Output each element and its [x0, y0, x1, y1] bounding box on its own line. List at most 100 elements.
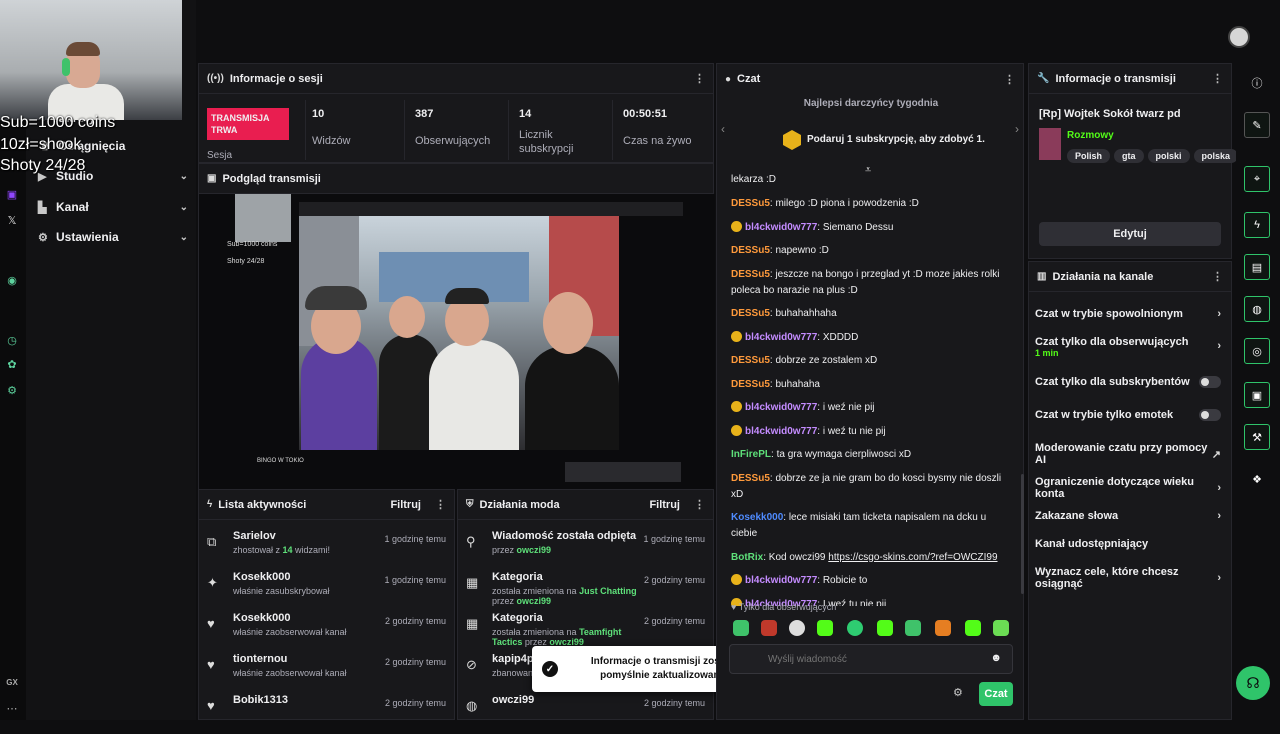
stream-preview-icon[interactable]: ▣ — [1244, 382, 1270, 408]
action-emote-only[interactable]: Czat w trybie tylko emotek — [1035, 409, 1221, 421]
chat-username[interactable]: bl4ckwid0w777 — [745, 575, 817, 586]
nav-channel[interactable]: ▙ Kanał ⌄ — [38, 195, 188, 219]
chat-username[interactable]: DESSu5 — [731, 355, 770, 366]
pencil-icon[interactable]: ✎ — [1244, 112, 1270, 138]
action-banned-words[interactable]: Zakazane słowa › — [1035, 510, 1221, 522]
chat-scrollbar[interactable] — [1021, 474, 1024, 594]
mod-action-item[interactable]: ⚲ Wiadomość została odpięta przez owczi99 1… — [458, 530, 713, 570]
crosshair-icon[interactable]: ⌖ — [1244, 166, 1270, 192]
action-slow-mode[interactable]: Czat w trybie spowolnionym › — [1035, 308, 1221, 320]
more-options-icon[interactable]: ⋮ — [1212, 270, 1223, 283]
person-3 — [429, 340, 519, 450]
activity-filter-button[interactable]: Filtruj — [390, 499, 421, 511]
activity-list-panel: ϟ Lista aktywności Filtruj ⋮ ⧉ Sarielov zhost… — [198, 489, 455, 720]
mod-action-title: owczi99 — [492, 694, 535, 706]
twitch-icon[interactable]: ▣ — [4, 186, 20, 202]
emote-icon[interactable] — [789, 620, 805, 636]
x-icon[interactable]: 𝕏 — [4, 212, 20, 228]
more-options-icon[interactable]: ⋮ — [1004, 73, 1015, 86]
support-headset-icon[interactable]: ☊ — [1236, 666, 1270, 700]
emote-icon[interactable] — [965, 620, 981, 636]
carousel-next-icon[interactable]: › — [1015, 122, 1019, 136]
activity-item[interactable]: ♥ Bobik1313 2 godziny temu — [199, 694, 454, 734]
emote-icon[interactable] — [733, 620, 749, 636]
chat-username[interactable]: bl4ckwid0w777 — [745, 222, 817, 233]
emoji-icon[interactable]: ☻ — [990, 652, 1002, 664]
shield-icon: ⛨ — [466, 499, 474, 510]
mod-action-item[interactable]: ▦ Kategoria została zmieniona na Just Chat… — [458, 571, 713, 611]
more-options-icon[interactable]: ⋮ — [694, 72, 705, 85]
more-options-icon[interactable]: ⋮ — [1212, 72, 1223, 85]
user-avatar[interactable] — [1228, 26, 1250, 48]
chat-text: : buhahahhaha — [769, 308, 837, 319]
chat-link[interactable]: https://csgo-skins.com/?ref=OWCZI99 — [828, 552, 997, 563]
chat-username[interactable]: BotRix — [731, 552, 763, 563]
chat-icon[interactable]: ◍ — [1244, 296, 1270, 322]
emote-icon[interactable] — [905, 620, 921, 636]
action-account-age[interactable]: Ograniczenie dotyczące wieku konta › — [1035, 476, 1221, 500]
chat-username[interactable]: bl4ckwid0w777 — [745, 332, 817, 343]
chat-text: : milego :D piona i powodzenia :D — [769, 198, 919, 209]
nav-settings[interactable]: ⚙ Ustawienia ⌄ — [38, 225, 188, 249]
action-goals[interactable]: Wyznacz cele, które chcesz osiągnąć › — [1035, 566, 1221, 590]
chat-username[interactable]: DESSu5 — [731, 245, 770, 256]
emote-only-toggle[interactable] — [1199, 409, 1221, 421]
chat-input[interactable] — [730, 645, 970, 673]
chat-username[interactable]: DESSu5 — [731, 269, 770, 280]
chat-username[interactable]: bl4ckwid0w777 — [745, 402, 817, 413]
chat-input-wrapper[interactable]: ☻ — [729, 644, 1013, 674]
edit-button[interactable]: Edytuj — [1039, 222, 1221, 246]
chat-header: ● Czat ⋮ — [717, 64, 1023, 94]
session-info-title: Informacje o sesji — [229, 72, 323, 85]
mod-actions-header: ⛨ Działania moda Filtruj ⋮ — [458, 490, 713, 520]
action-subscribers-only[interactable]: Czat tylko dla subskrybentów — [1035, 376, 1221, 388]
chat-username[interactable]: bl4ckwid0w777 — [745, 426, 817, 437]
more-options-icon[interactable]: ⋮ — [435, 498, 446, 511]
action-followers-only[interactable]: Czat tylko dla obserwujących 1 min › — [1035, 336, 1221, 358]
emote-icon[interactable] — [993, 620, 1009, 636]
clock-icon[interactable]: ◷ — [4, 332, 20, 348]
info-icon[interactable]: ⓘ — [1244, 70, 1270, 96]
mod-action-item[interactable]: ◍ owczi99 2 godziny temu — [458, 694, 713, 734]
chat-username[interactable]: DESSu5 — [731, 473, 770, 484]
emote-icon[interactable] — [877, 620, 893, 636]
shapes-icon[interactable]: ❖ — [1244, 466, 1270, 492]
emote-icon[interactable] — [817, 620, 833, 636]
activity-item[interactable]: ♥ Kosekk000 właśnie zaobserwował kanał 2 go… — [199, 612, 454, 652]
chat-send-button[interactable]: Czat — [979, 682, 1013, 706]
chat-username[interactable]: DESSu5 — [731, 379, 770, 390]
bolt-icon[interactable]: ϟ — [1244, 212, 1270, 238]
chat-username[interactable]: InFirePL — [731, 449, 771, 460]
broadcast-icon[interactable]: ◎ — [1244, 338, 1270, 364]
more-options-icon[interactable]: ⋮ — [694, 498, 705, 511]
activity-item[interactable]: ⧉ Sarielov zhostował z 14 widzami! 1 godzin… — [199, 530, 454, 570]
activity-item[interactable]: ♥ tionternou właśnie zaobserwował kanał 2 g… — [199, 653, 454, 693]
document-icon[interactable]: ▤ — [1244, 254, 1270, 280]
action-sharing-channel[interactable]: Kanał udostępniający — [1035, 538, 1221, 550]
emote-icon[interactable] — [761, 620, 777, 636]
gift-prompt[interactable]: Podaruj 1 subskrypcję, aby zdobyć 1. — [807, 134, 985, 145]
video-browser-bar — [299, 202, 683, 216]
person-3-cap — [445, 288, 489, 304]
tag-chip: polski — [1147, 149, 1190, 163]
emote-icon[interactable] — [847, 620, 863, 636]
chat-username[interactable]: DESSu5 — [731, 308, 770, 319]
chat-settings-gear-icon[interactable]: ⚙ — [953, 686, 963, 699]
emote-icon[interactable] — [935, 620, 951, 636]
wrench-icon[interactable]: ⚒ — [1244, 424, 1270, 450]
action-ai-moderation[interactable]: Moderowanie czatu przy pomocy AI ↗ — [1035, 442, 1221, 466]
chat-username[interactable]: Kosekk000 — [731, 512, 783, 523]
subscribers-only-toggle[interactable] — [1199, 376, 1221, 388]
carousel-prev-icon[interactable]: ‹ — [721, 122, 725, 136]
settings-gear-icon[interactable]: ⚙ — [4, 382, 20, 398]
sub-badge-icon — [731, 330, 742, 342]
stream-video[interactable]: Sub=1000 coins Shoty 24/28 BINGO W TOKIO — [199, 194, 715, 490]
more-dots-icon[interactable]: ⋯ — [4, 700, 20, 716]
chat-username[interactable]: DESSu5 — [731, 198, 770, 209]
mod-filter-button[interactable]: Filtruj — [649, 499, 680, 511]
puzzle-icon[interactable]: ✿ — [4, 356, 20, 372]
activity-item[interactable]: ✦ Kosekk000 właśnie zasubskrybował 1 godzin… — [199, 571, 454, 611]
category-name[interactable]: Rozmowy — [1067, 130, 1114, 141]
preview-icon: ▣ — [207, 173, 217, 184]
play-circle-icon[interactable]: ◉ — [4, 272, 20, 288]
